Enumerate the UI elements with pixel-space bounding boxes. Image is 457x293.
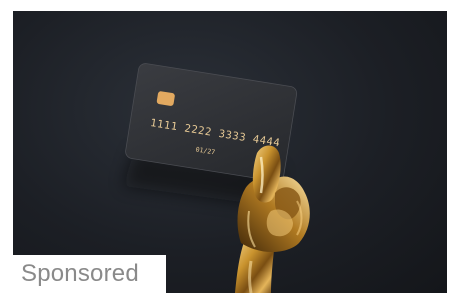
ad-illustration: 1111 2222 3333 4444 01/27 xyxy=(123,63,310,293)
sponsored-ad-image[interactable]: 1111 2222 3333 4444 01/27 xyxy=(13,11,447,293)
card-chip-icon xyxy=(156,91,175,106)
sponsored-label: Sponsored xyxy=(13,255,166,293)
